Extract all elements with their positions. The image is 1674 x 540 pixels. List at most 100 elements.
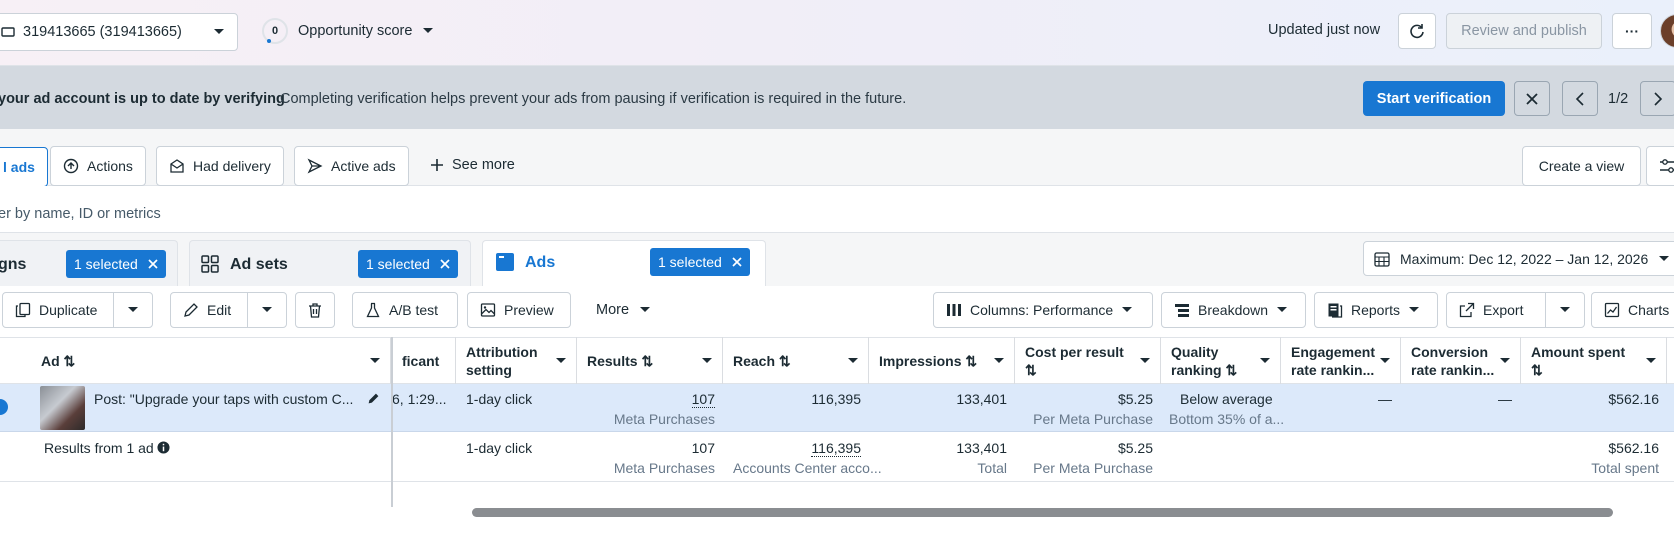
refresh-button[interactable]	[1398, 13, 1436, 49]
close-icon[interactable]	[732, 257, 742, 267]
col-quality-label: Quality ranking ⇅	[1171, 343, 1238, 378]
campaigns-selected-badge[interactable]: 1 selected	[66, 250, 166, 278]
close-icon[interactable]	[440, 259, 450, 269]
opportunity-score[interactable]: 0 Opportunity score	[262, 18, 434, 44]
chevron-down-icon	[1646, 357, 1656, 364]
col-header-significant[interactable]: ficant	[392, 337, 456, 384]
duplicate-dropdown[interactable]	[113, 292, 153, 328]
horizontal-scrollbar[interactable]	[472, 508, 1613, 517]
more-options-button[interactable]: ···	[1612, 13, 1652, 49]
create-view-button[interactable]: Create a view	[1522, 146, 1641, 186]
plus-icon	[430, 158, 444, 172]
row-reach: 116,395	[811, 391, 861, 407]
col-conversion-label: Conversion rate rankin...	[1411, 343, 1495, 378]
opportunity-label: Opportunity score	[298, 23, 413, 39]
chevron-down-icon	[370, 357, 380, 364]
col-header-quality[interactable]: Quality ranking ⇅	[1161, 337, 1281, 384]
date-range-picker[interactable]: Maximum: Dec 12, 2022 – Jan 12, 2026	[1363, 241, 1674, 276]
edit-dropdown[interactable]	[247, 292, 287, 328]
banner-prev-button[interactable]	[1562, 81, 1598, 116]
row-results[interactable]: 107	[691, 391, 715, 408]
edit-button[interactable]: Edit	[170, 292, 248, 328]
col-header-attribution[interactable]: Attribution setting	[456, 337, 577, 384]
filter-actions[interactable]: Actions	[50, 146, 146, 186]
breakdown-button[interactable]: Breakdown	[1161, 292, 1306, 328]
campaigns-selected-label: 1 selected	[74, 256, 138, 272]
chevron-down-icon	[1408, 306, 1420, 314]
search-input[interactable]: er by name, ID or metrics	[0, 206, 161, 222]
chevron-down-icon	[994, 357, 1004, 364]
summary-impressions: 133,401	[956, 440, 1007, 456]
reports-button[interactable]: Reports	[1314, 292, 1438, 328]
info-icon[interactable]	[157, 441, 170, 454]
grid-icon	[201, 255, 219, 273]
filter-active-ads[interactable]: Active ads	[294, 146, 409, 186]
col-significant-label: ficant	[402, 352, 440, 369]
tab-ads-label: Ads	[525, 254, 556, 271]
row-engagement: —	[1378, 391, 1392, 407]
start-verification-label: Start verification	[1376, 90, 1492, 107]
pencil-icon[interactable]	[367, 392, 380, 405]
ad-icon	[495, 252, 515, 272]
reports-icon	[1327, 302, 1343, 318]
breakdown-icon	[1174, 303, 1190, 317]
customize-view-button[interactable]	[1646, 146, 1674, 186]
start-verification-button[interactable]: Start verification	[1363, 81, 1505, 116]
col-header-engagement[interactable]: Engagement rate rankin...	[1281, 337, 1401, 384]
row-significant: 6, 1:29...	[392, 391, 447, 407]
charts-button[interactable]: Charts	[1591, 292, 1674, 328]
chevron-down-icon	[1276, 306, 1288, 314]
close-icon[interactable]	[148, 259, 158, 269]
ad-name[interactable]: Post: "Upgrade your taps with custom C..…	[94, 391, 353, 407]
filter-had-delivery[interactable]: Had delivery	[156, 146, 284, 186]
duplicate-button[interactable]: Duplicate	[2, 292, 114, 328]
delete-button[interactable]	[295, 292, 335, 328]
banner-next-button[interactable]	[1640, 81, 1674, 116]
col-header-reach[interactable]: Reach ⇅	[723, 337, 869, 384]
trash-icon	[307, 302, 323, 318]
dismiss-banner-button[interactable]	[1514, 81, 1550, 116]
ab-test-label: A/B test	[389, 302, 439, 318]
flask-icon	[365, 302, 381, 318]
chevron-down-icon	[213, 28, 225, 36]
had-delivery-label: Had delivery	[193, 158, 271, 174]
tab-campaigns-label: gns	[0, 256, 27, 273]
col-ad-label: Ad ⇅	[41, 352, 76, 369]
col-header-amount-spent[interactable]: Amount spent ⇅	[1521, 337, 1667, 384]
ads-selected-badge[interactable]: 1 selected	[650, 248, 750, 276]
export-dropdown[interactable]	[1545, 292, 1585, 328]
adsets-selected-badge[interactable]: 1 selected	[358, 250, 458, 278]
col-header-ad[interactable]: Ad ⇅	[31, 337, 391, 384]
export-button[interactable]: Export	[1446, 292, 1546, 328]
col-header-cost-per-result[interactable]: Cost per result ⇅	[1015, 337, 1161, 384]
account-label: 319413665 (319413665)	[23, 24, 182, 40]
filter-see-more[interactable]: See more	[430, 157, 515, 173]
updated-status: Updated just now	[1268, 22, 1381, 38]
chevron-down-icon	[1380, 357, 1390, 364]
row-results-sub: Meta Purchases	[613, 411, 715, 427]
summary-results-sub: Meta Purchases	[613, 460, 715, 476]
more-icon: ···	[1625, 23, 1639, 39]
review-publish-button[interactable]: Review and publish	[1446, 13, 1602, 49]
account-selector[interactable]: 319413665 (319413665)	[0, 13, 238, 51]
col-header-conversion[interactable]: Conversion rate rankin...	[1401, 337, 1521, 384]
refresh-icon	[1408, 22, 1426, 40]
charts-label: Charts	[1628, 302, 1670, 318]
preview-button[interactable]: Preview	[467, 292, 571, 328]
row-cost-sub: Per Meta Purchase	[1033, 411, 1153, 427]
summary-impressions-sub: Total	[977, 460, 1007, 476]
filter-all-ads[interactable]: l ads	[0, 147, 48, 187]
columns-button[interactable]: Columns: Performance	[933, 292, 1153, 328]
chevron-down-icon	[1140, 357, 1150, 364]
opportunity-count: 0	[271, 25, 279, 37]
ab-test-button[interactable]: A/B test	[352, 292, 458, 328]
summary-reach[interactable]: 116,395	[811, 440, 861, 457]
summary-label: Results from 1 ad	[44, 440, 154, 456]
close-icon	[1525, 92, 1539, 106]
col-header-impressions[interactable]: Impressions ⇅	[869, 337, 1015, 384]
more-menu-button[interactable]: More	[596, 302, 651, 318]
row-quality-sub: Bottom 35% of a...	[1169, 411, 1285, 427]
col-header-results[interactable]: Results ⇅	[577, 337, 723, 384]
account-icon	[1, 25, 15, 39]
banner-pagination: 1/2	[1608, 91, 1629, 107]
